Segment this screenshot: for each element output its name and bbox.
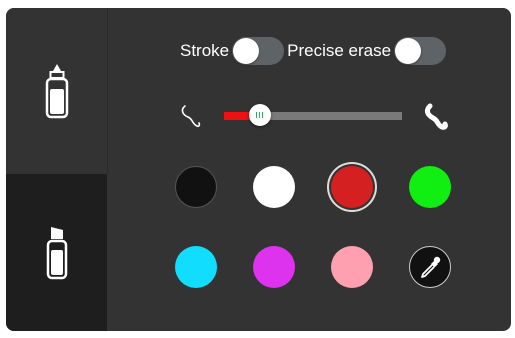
toggle-row: Stroke Precise erase [180, 36, 447, 66]
color-swatch-cyan[interactable] [175, 246, 217, 288]
stroke-toggle[interactable] [232, 37, 285, 65]
tool-sidebar [6, 8, 108, 331]
eyedropper-icon [421, 256, 441, 278]
color-swatch-red[interactable] [331, 166, 373, 208]
size-slider-thumb[interactable] [248, 104, 271, 126]
stroke-label: Stroke [180, 41, 230, 60]
settings-content: Stroke Precise erase [107, 8, 511, 331]
marker-pen-icon [45, 64, 68, 119]
color-palette [175, 166, 465, 296]
size-slider-row [179, 102, 449, 132]
precise-erase-toggle-knob [395, 38, 422, 64]
precise-erase-label: Precise erase [287, 41, 392, 60]
size-slider-track[interactable] [224, 104, 402, 126]
eraser-tool-button[interactable] [6, 174, 107, 331]
color-swatch-pink[interactable] [331, 246, 373, 288]
precise-erase-toggle[interactable] [394, 37, 447, 65]
color-picker-button[interactable] [409, 246, 451, 288]
color-swatch-white[interactable] [253, 166, 295, 208]
stroke-toggle-knob [233, 38, 260, 64]
pen-settings-panel: Stroke Precise erase [6, 8, 511, 331]
thin-stroke-icon [181, 105, 201, 128]
eraser-icon [46, 226, 67, 279]
thick-stroke-icon [424, 103, 448, 130]
color-swatch-green[interactable] [409, 166, 451, 208]
pen-tool-button[interactable] [6, 8, 108, 174]
color-swatch-black[interactable] [175, 166, 217, 208]
color-swatch-magenta[interactable] [253, 246, 295, 288]
